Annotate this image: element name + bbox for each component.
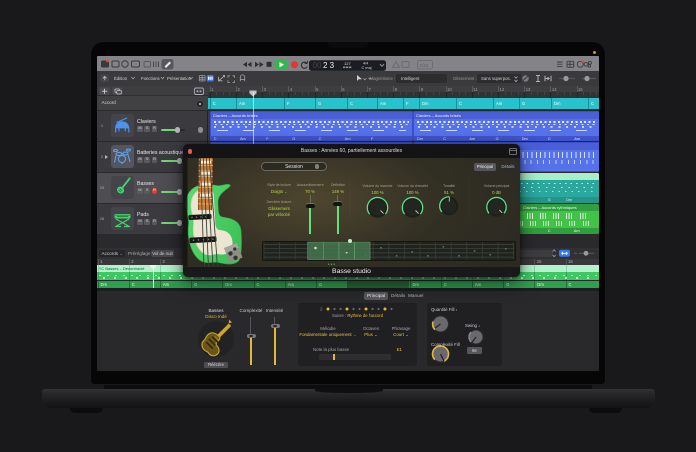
svg-text:C maj: C maj: [362, 66, 372, 70]
svg-text:2 3: 2 3: [323, 61, 335, 70]
svg-text:2: 2: [320, 306, 323, 311]
svg-text:1/24: 1/24: [420, 63, 429, 68]
svg-text:00: 00: [313, 61, 322, 70]
svg-text:127: 127: [344, 61, 351, 66]
